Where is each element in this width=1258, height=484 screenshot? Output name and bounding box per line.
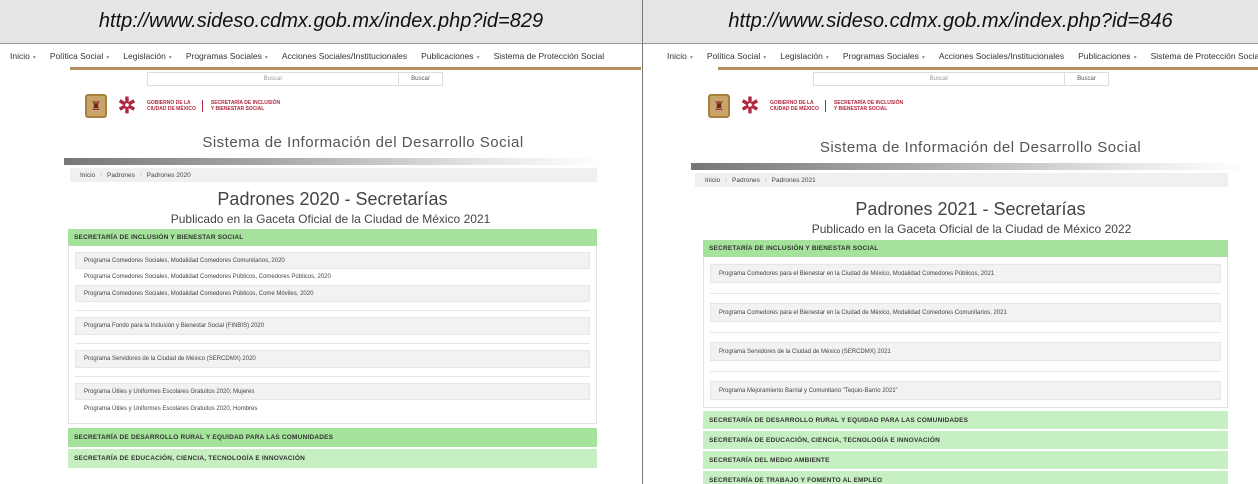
nav-legislacion[interactable]: Legislación ▾ [123,51,172,61]
list-item[interactable]: Programa Comedores para el Bienestar en … [710,264,1221,283]
title-gradient-bar [691,163,1248,170]
program-list: Programa Comedores para el Bienestar en … [703,257,1228,408]
chevron-down-icon: ▾ [106,55,110,61]
chevron-down-icon: ▾ [763,55,767,61]
nav-acciones-sociales[interactable]: Acciones Sociales/Institucionales [282,51,407,61]
title-gradient-bar [64,158,601,165]
search-bar: Buscar Buscar [147,72,641,86]
page-subtitle: Publicado en la Gaceta Oficial de la Ciu… [811,222,1132,236]
nav-politica-social[interactable]: Política Social ▾ [707,51,766,61]
program-list: Programa Comedores Sociales, Modalidad C… [68,246,597,424]
list-item[interactable]: Programa Comedores Sociales, Modalidad C… [75,285,590,302]
chevron-down-icon: ▾ [476,55,480,61]
search-input[interactable]: Buscar [813,72,1065,86]
search-bar: Buscar Buscar [813,72,1258,86]
header-logos: ♜ ✲ GOBIERNO DE LA CIUDAD DE MÉXICO SECRE… [85,86,641,126]
breadcrumb-current: Padrones 2021 [771,176,816,184]
breadcrumb: Inicio / Padrones / Padrones 2020 [70,168,597,182]
chevron-down-icon: ▾ [168,55,172,61]
list-item[interactable]: Programa Servidores de la Ciudad de Méxi… [710,342,1221,361]
cdmx-seal-icon: ♜ [85,94,107,118]
page-title: Padrones 2021 - Secretarías [855,199,1086,219]
section-desarrollo-rural[interactable]: SECRETARÍA DE DESARROLLO RURAL Y EQUIDAD… [703,411,1228,429]
chevron-down-icon: ▾ [825,55,829,61]
nav-inicio[interactable]: Inicio ▾ [10,51,36,61]
section-educacion[interactable]: SECRETARÍA DE EDUCACIÓN, CIENCIA, TECNOL… [703,431,1228,449]
nav-inicio[interactable]: Inicio ▾ [667,51,693,61]
page-title: Padrones 2020 - Secretarías [217,189,448,209]
gov-label: GOBIERNO DE LA CIUDAD DE MÉXICO [770,100,826,112]
nav-publicaciones[interactable]: Publicaciones ▾ [421,51,479,61]
secretarias-list: SECRETARÍA DE INCLUSIÓN Y BIENESTAR SOCI… [68,229,597,468]
breadcrumb-padrones[interactable]: Padrones [732,177,760,184]
chevron-down-icon: ▾ [689,55,693,61]
list-item[interactable]: Programa Comedores Sociales, Modalidad C… [75,269,590,285]
nav-publicaciones[interactable]: Publicaciones ▾ [1078,51,1136,61]
breadcrumb-inicio[interactable]: Inicio [705,177,720,184]
list-item[interactable]: Programa Mejoramiento Barrial y Comunita… [710,381,1221,400]
main-nav: Inicio ▾ Política Social ▾ Legislación ▾ Pr… [643,45,1258,67]
breadcrumb: Inicio / Padrones / Padrones 2021 [695,173,1228,187]
section-inclusion[interactable]: SECRETARÍA DE INCLUSIÓN Y BIENESTAR SOCI… [68,229,597,246]
secretaria-label: SECRETARÍA DE INCLUSIÓN Y BIENESTAR SOCIA… [210,100,281,112]
breadcrumb-padrones[interactable]: Padrones [107,172,135,179]
chevron-down-icon: ▾ [32,55,36,61]
nav-acciones-sociales[interactable]: Acciones Sociales/Institucionales [939,51,1064,61]
nav-legislacion[interactable]: Legislación ▾ [780,51,829,61]
chevron-down-icon: ▾ [264,55,268,61]
nav-programas-sociales[interactable]: Programas Sociales ▾ [843,51,925,61]
url-caption-left: http://www.sideso.cdmx.gob.mx/index.php?… [0,0,642,44]
chevron-down-icon: ▾ [921,55,925,61]
page-subtitle: Publicado en la Gaceta Oficial de la Ciu… [170,212,491,226]
list-item[interactable]: Programa Útiles y Uniformes Escolares Gr… [75,400,590,417]
system-title: Sistema de Información del Desarrollo So… [202,134,524,151]
search-button[interactable]: Buscar [1065,72,1109,86]
header-logos: ♜ ✲ GOBIERNO DE LA CIUDAD DE MÉXICO SECRE… [708,86,1258,126]
section-desarrollo-rural[interactable]: SECRETARÍA DE DESARROLLO RURAL Y EQUIDAD… [68,428,597,447]
list-item[interactable]: Programa Útiles y Uniformes Escolares Gr… [75,383,590,400]
section-trabajo[interactable]: SECRETARÍA DE TRABAJO Y FOMENTO AL EMPLE… [703,471,1228,484]
list-item[interactable]: Programa Comedores para el Bienestar en … [710,303,1221,322]
list-item[interactable]: Programa Comedores Sociales, Modalidad C… [75,252,590,269]
nav-politica-social[interactable]: Política Social ▾ [50,51,109,61]
list-item[interactable]: Programa Servidores de la Ciudad de Méxi… [75,350,590,368]
nav-underline [70,67,641,70]
nav-proteccion-social[interactable]: Sistema de Protección Social [494,51,605,61]
nav-programas-sociales[interactable]: Programas Sociales ▾ [186,51,268,61]
cdmx-logo-icon: ✲ [740,93,760,118]
search-button[interactable]: Buscar [399,72,443,86]
nav-proteccion-social[interactable]: Sistema de Protección Social [1151,51,1258,61]
list-item[interactable]: Programa Fondo para la Inclusión y Biene… [75,317,590,335]
screenshot-2020: Inicio ▾ Política Social ▾ Legislación ▾ Pr… [0,45,641,484]
breadcrumb-current: Padrones 2020 [146,171,191,179]
cdmx-logo-icon: ✲ [117,93,137,118]
screenshot-2021: Inicio ▾ Política Social ▾ Legislación ▾ Pr… [643,45,1258,484]
system-title: Sistema de Información del Desarrollo So… [819,139,1142,156]
search-input[interactable]: Buscar [147,72,399,86]
cdmx-seal-icon: ♜ [708,94,730,118]
section-educacion[interactable]: SECRETARÍA DE EDUCACIÓN, CIENCIA, TECNOL… [68,449,597,468]
url-caption-right: http://www.sideso.cdmx.gob.mx/index.php?… [643,0,1258,44]
nav-underline [718,67,1258,70]
section-inclusion[interactable]: SECRETARÍA DE INCLUSIÓN Y BIENESTAR SOCI… [703,240,1228,257]
chevron-down-icon: ▾ [1133,55,1137,61]
secretarias-list: SECRETARÍA DE INCLUSIÓN Y BIENESTAR SOCI… [703,240,1228,484]
gov-label: GOBIERNO DE LA CIUDAD DE MÉXICO [147,100,203,112]
breadcrumb-inicio[interactable]: Inicio [80,172,95,179]
main-nav: Inicio ▾ Política Social ▾ Legislación ▾ Pr… [0,45,641,67]
secretaria-label: SECRETARÍA DE INCLUSIÓN Y BIENESTAR SOCIA… [833,100,904,112]
section-medio-ambiente[interactable]: SECRETARÍA DEL MEDIO AMBIENTE [703,451,1228,469]
comparison-figure: http://www.sideso.cdmx.gob.mx/index.php?… [0,0,1258,484]
